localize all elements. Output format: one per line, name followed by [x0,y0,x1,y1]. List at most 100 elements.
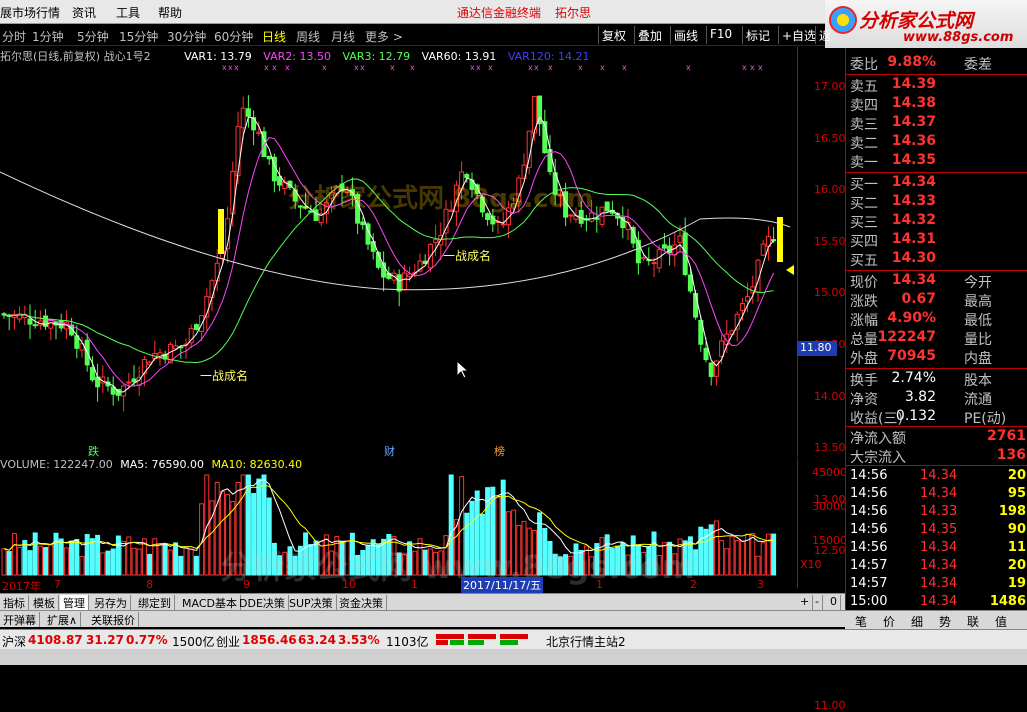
danmu-toggle[interactable]: 开弹幕 [0,612,40,627]
event-tag-bang[interactable]: 榜 [494,443,505,459]
tab-dde[interactable]: DDE决策 [236,595,289,610]
date-label: 7 [54,578,61,591]
expand-button[interactable]: 扩展∧ [44,612,82,627]
volume-bar [261,474,267,576]
volume-chart[interactable] [0,472,797,577]
event-tag-die[interactable]: 跌 [88,443,99,459]
volume-axis: 45000 30000 15000 X10 [797,458,847,588]
back-button[interactable]: 返 [815,26,834,44]
menu-news[interactable]: 资讯 [72,4,96,21]
volume-bar [755,555,761,576]
period-tab-daily[interactable]: 日线 [262,28,286,45]
tab-sup[interactable]: SUP决策 [286,595,337,610]
f10-button[interactable]: F10 [706,26,735,44]
candle-body [240,107,246,129]
menu-market[interactable]: 展市场行情 [0,4,60,21]
date-label: 9 [243,578,250,591]
period-tab-more[interactable]: 更多 > [365,28,403,45]
period-tab-30min[interactable]: 30分钟 [167,28,206,45]
volume-bar [526,527,532,576]
bid-3-label: 买三 [850,215,878,231]
tab-lian[interactable]: 联 [967,613,979,630]
tab-fund[interactable]: 资金决策 [336,595,387,610]
related-quote-button[interactable]: 关联报价 [88,612,139,627]
signal-x-marker: x [488,63,493,72]
tab-template[interactable]: 模板 [30,595,59,610]
tab-save-as[interactable]: 另存为 [91,595,131,610]
period-tab-60min[interactable]: 60分钟 [214,28,253,45]
logo-text: 分析家公式网 [859,10,974,32]
zoom-out-button[interactable]: - [812,595,823,610]
volume-bar [188,548,194,576]
candle-body [433,239,439,244]
flow-1-label: 大宗流入 [850,450,906,466]
stat2-0-value: 2.74% [891,370,936,386]
volume-bar [339,541,345,576]
volume-bar [698,526,704,576]
volume-bar [396,552,402,576]
volume-bar [100,552,106,576]
ask-3-value: 14.37 [891,114,936,130]
stat-2-value: 4.90% [887,310,936,326]
volume-bar [750,533,756,576]
stat-3-row: 总量 122247 量比 [846,329,1027,348]
period-tab-fenshi[interactable]: 分时 [2,28,26,45]
tab-manage[interactable]: 管理 [60,595,89,610]
fuquan-button[interactable]: 复权 [598,26,629,44]
period-tab-15min[interactable]: 15分钟 [119,28,158,45]
tab-zhi[interactable]: 值 [995,613,1007,630]
period-tab-5min[interactable]: 5分钟 [77,28,109,45]
volume-bar [147,553,153,576]
event-tag-cai[interactable]: 财 [384,443,395,459]
cy-index: 1856.46 [242,633,297,647]
volume-bar [646,546,652,576]
volume-tick-label: 30000 [812,500,847,513]
flow-0-row: 净流入额 2761 [846,428,1027,447]
stat-0-row: 现价 14.34 今开 [846,272,1027,291]
volume-bar [84,534,90,576]
period-tab-1min[interactable]: 1分钟 [32,28,64,45]
stat-3-label: 总量 [850,332,878,348]
candle-body [126,381,132,384]
tab-xi[interactable]: 细 [911,613,923,630]
candle-body [687,274,693,292]
candle-body [641,257,647,260]
zoom-in-button[interactable]: + [797,595,814,610]
tick-vol: 19 [1007,576,1026,591]
draw-line-button[interactable]: 画线 [670,26,701,44]
menu-tools[interactable]: 工具 [116,4,140,21]
period-tab-monthly[interactable]: 月线 [331,28,355,45]
tab-jia[interactable]: 价 [883,613,895,630]
ask-5-row: 卖五 14.39 [846,76,1027,95]
reset-button[interactable]: 0 [827,595,841,610]
ask-4-row: 卖四 14.38 [846,95,1027,114]
tab-bi[interactable]: 笔 [855,613,867,630]
volume-bar [531,529,537,576]
tab-shi[interactable]: 势 [939,613,951,630]
add-favorite-button[interactable]: +自选 [778,26,819,44]
period-tab-weekly[interactable]: 周线 [296,28,320,45]
stat-1-row: 涨跌 0.67 最高 [846,291,1027,310]
menu-help[interactable]: 帮助 [158,4,182,21]
candle-body [245,108,251,117]
volume-bar [230,501,236,576]
server-name[interactable]: 北京行情主站2 [546,633,626,650]
volume-bar [157,543,163,576]
volume-bar [568,555,574,576]
candle-body [32,324,38,327]
volume-bar [48,544,54,576]
candle-body [448,209,454,212]
volume-bar [282,551,288,576]
mark-button[interactable]: 标记 [742,26,773,44]
volume-header: VOLUME: 122247.00 MA5: 76590.00 MA10: 82… [0,458,302,472]
kline-chart[interactable]: xxxxxxxxxxxxxxxxxxxxxxxx [0,47,797,457]
tab-macd[interactable]: MACD基本 [179,595,241,610]
weibi-value: 9.88% [887,54,936,70]
volume-bar [734,540,740,576]
signal-x-marker: x [578,63,583,72]
tick-vol: 20 [1007,468,1026,483]
volume-bar [656,555,662,576]
overlay-button[interactable]: 叠加 [634,26,665,44]
tab-bind-to[interactable]: 绑定到 [135,595,175,610]
tab-indicator[interactable]: 指标 [0,595,29,610]
